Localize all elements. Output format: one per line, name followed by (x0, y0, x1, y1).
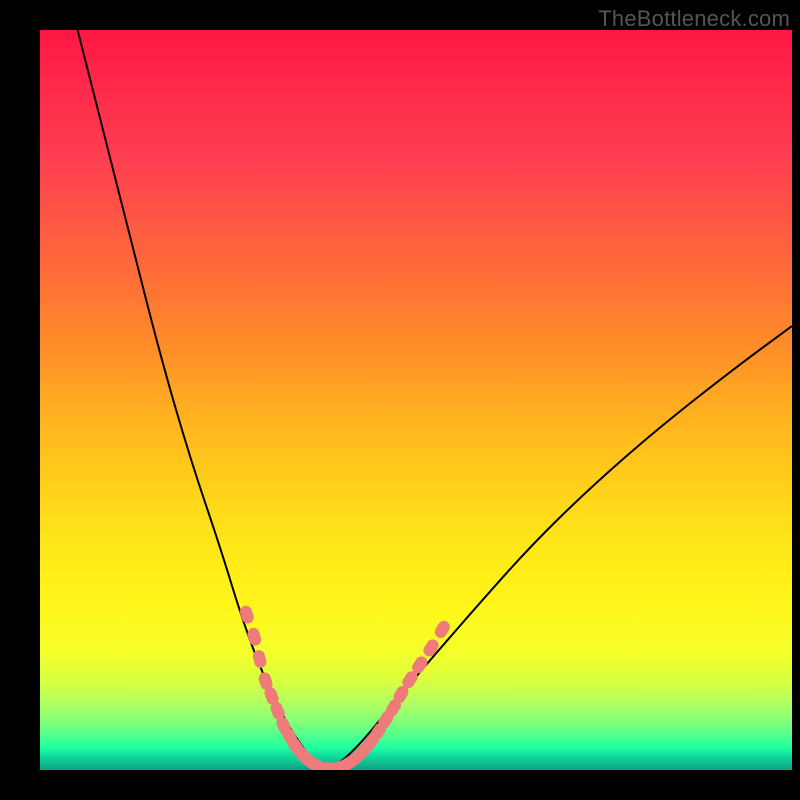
watermark-text: TheBottleneck.com (598, 6, 790, 32)
marker-dot (436, 623, 448, 635)
left-curve (78, 30, 326, 770)
plot-area (40, 30, 792, 770)
marker-dot (241, 609, 253, 621)
sample-markers (238, 604, 452, 770)
chart-frame: TheBottleneck.com (0, 0, 800, 800)
marker-pill (421, 637, 441, 659)
marker-pill (246, 626, 263, 647)
curve-layer (40, 30, 792, 770)
